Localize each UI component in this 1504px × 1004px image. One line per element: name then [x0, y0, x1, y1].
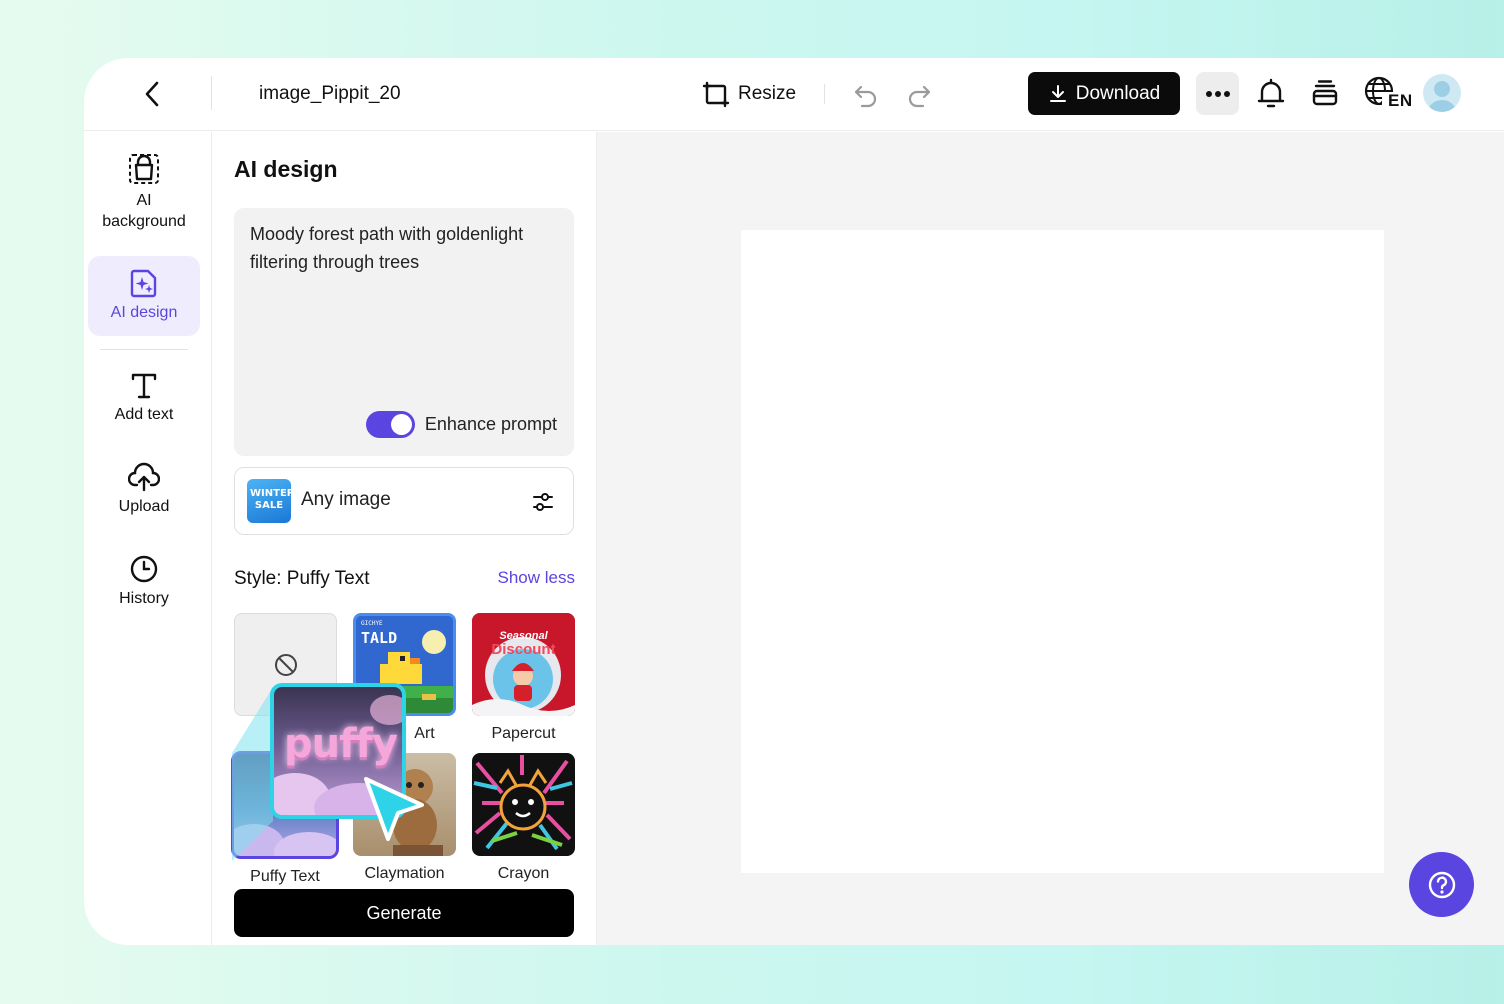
file-name[interactable]: image_Pippit_20 [259, 80, 401, 108]
style-tile-crayon[interactable]: Crayon [472, 753, 575, 884]
resize-label: Resize [738, 83, 797, 104]
ai-design-icon [130, 269, 157, 298]
sliders-icon[interactable] [531, 490, 555, 514]
notifications-button[interactable] [1252, 75, 1290, 113]
prompt-text[interactable]: Moody forest path with goldenlight filte… [250, 220, 566, 276]
design-canvas[interactable] [741, 230, 1384, 873]
back-button[interactable] [136, 76, 168, 112]
prompt-input[interactable]: Moody forest path with goldenlight filte… [234, 208, 574, 456]
enhance-prompt-label: Enhance prompt [424, 414, 557, 434]
text-icon [131, 373, 157, 399]
zoom-preview-text: puffy [284, 721, 398, 767]
left-sidebar: AI background AI design Add text Upload … [84, 132, 212, 945]
thumbnail-text: TALD [361, 629, 398, 647]
sidebar-item-ai-background[interactable]: AI background [88, 152, 200, 238]
more-dots-icon [1205, 90, 1230, 97]
resize-button[interactable]: Resize [702, 76, 796, 112]
sidebar-item-ai-design[interactable]: AI design [88, 256, 200, 336]
upload-cloud-icon [128, 462, 160, 492]
sidebar-item-label: AI background [102, 192, 186, 230]
divider [211, 76, 212, 110]
download-button[interactable]: Download [1028, 72, 1180, 115]
bell-icon [1257, 78, 1285, 108]
language-button[interactable]: EN [1364, 75, 1412, 113]
sidebar-item-add-text[interactable]: Add text [88, 370, 200, 434]
toggle-switch[interactable] [365, 411, 415, 438]
sidebar-item-history[interactable]: History [88, 554, 200, 618]
sidebar-item-upload[interactable]: Upload [88, 462, 200, 526]
style-thumbnail [472, 753, 575, 856]
enhance-prompt-toggle[interactable]: Enhance prompt [365, 411, 557, 438]
thumbnail-text: Discount [491, 641, 556, 658]
redo-button[interactable] [902, 78, 936, 112]
sidebar-item-label: Upload [118, 498, 170, 515]
image-type-thumbnail: WINTER SALE [247, 479, 291, 523]
redo-icon [908, 85, 931, 108]
undo-icon [854, 85, 877, 108]
thumbnail-text: WINTER SALE [250, 488, 291, 511]
stack-icon [1312, 80, 1338, 106]
panel-title: AI design [234, 156, 338, 182]
style-tile-papercut[interactable]: Seasonal Discount Papercut [472, 613, 575, 744]
language-code: EN [1388, 91, 1413, 110]
undo-button[interactable] [849, 78, 883, 112]
show-less-link[interactable]: Show less [498, 568, 575, 588]
layers-button[interactable] [1306, 75, 1344, 113]
user-avatar[interactable] [1423, 74, 1461, 112]
top-bar: image_Pippit_20 Resize Download EN [84, 58, 1504, 131]
download-label: Download [1075, 82, 1161, 104]
thumbnail-small-text: GICHYE [361, 620, 383, 627]
style-thumbnail: Seasonal Discount [472, 613, 575, 716]
crayon-cat-thumbnail [473, 755, 573, 851]
resize-icon [702, 81, 730, 108]
chevron-left-icon [145, 81, 159, 107]
no-style-icon [275, 654, 297, 676]
generate-button[interactable]: Generate [234, 889, 574, 937]
sidebar-item-label: Add text [114, 406, 174, 423]
sidebar-item-label: History [119, 590, 169, 607]
style-label: Puffy Text [250, 868, 320, 885]
divider [824, 84, 825, 104]
user-avatar-icon [1428, 81, 1456, 112]
help-button[interactable] [1409, 852, 1474, 917]
canvas-workspace [597, 132, 1504, 945]
more-options-button[interactable] [1196, 72, 1239, 115]
clock-icon [130, 555, 158, 583]
style-label: Claymation [364, 865, 445, 882]
ai-background-icon [129, 154, 159, 184]
help-question-icon [1428, 871, 1455, 898]
image-type-selector[interactable]: WINTER SALE Any image [234, 467, 574, 535]
style-title: Style: Puffy Text [234, 568, 370, 589]
style-label: Crayon [497, 865, 550, 882]
papercut-thumbnail [472, 613, 575, 716]
divider [100, 349, 188, 350]
download-icon [1049, 84, 1066, 102]
cursor-pointer-icon [364, 777, 424, 841]
toggle-knob [390, 414, 412, 435]
style-label: Papercut [491, 725, 556, 742]
image-type-label: Any image [301, 489, 391, 510]
sidebar-item-label: AI design [110, 304, 178, 321]
